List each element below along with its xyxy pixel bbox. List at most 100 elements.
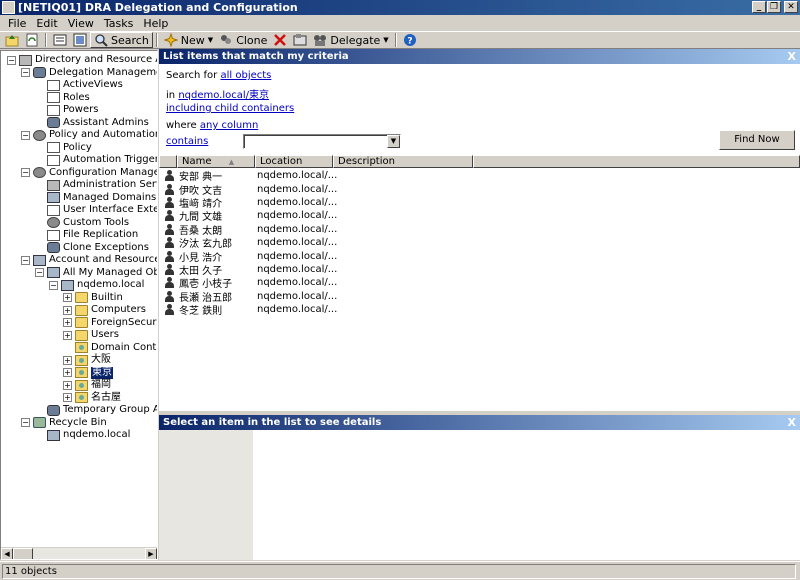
tree-item[interactable]: Automation Triggers [35, 154, 157, 167]
include-children-link[interactable]: including child containers [166, 103, 294, 114]
search-value-combobox[interactable]: ▼ [243, 134, 401, 149]
list-item[interactable]: 太田 久子 nqdemo.local/... [159, 263, 337, 277]
collapse-icon[interactable]: − [21, 255, 30, 265]
tree-item[interactable]: − nqdemo.local [49, 279, 144, 292]
list-item[interactable]: 鳳壱 小枝子 nqdemo.local/... [159, 276, 337, 290]
tree-item[interactable]: + Users [63, 329, 119, 342]
tree-item[interactable]: Custom Tools [35, 217, 129, 230]
expand-icon[interactable]: + [63, 293, 72, 303]
navigation-tree[interactable]: −Directory and Resource Admin−Delegation… [0, 50, 158, 560]
tree-horizontal-scrollbar[interactable]: ◀ ▶ [1, 547, 157, 559]
list-item[interactable]: 小見 浩介 nqdemo.local/... [159, 249, 337, 264]
list-item[interactable]: 安部 典一 nqdemo.local/... [159, 169, 337, 183]
tree-item[interactable]: − All My Managed Objec [35, 267, 157, 280]
scroll-left-arrow[interactable]: ◀ [1, 548, 13, 559]
tree-item[interactable]: − Policy and Automation Ma [21, 129, 157, 142]
tree-item[interactable]: Domain Contro [63, 342, 157, 355]
collapse-icon[interactable]: − [49, 280, 58, 290]
help-button[interactable]: ? [400, 32, 420, 48]
delegate-button[interactable]: Delegate ▼ [310, 32, 391, 48]
operator-link[interactable]: contains [166, 136, 208, 147]
column-header-description[interactable]: Description [333, 155, 473, 168]
tree-item[interactable]: Administration Servers [35, 179, 157, 192]
new-button[interactable]: New ▼ [161, 32, 216, 48]
search-button[interactable]: Search [90, 32, 153, 48]
expand-icon[interactable]: + [63, 380, 72, 390]
column-header-icon[interactable] [159, 155, 177, 168]
manage-button[interactable] [290, 32, 310, 48]
tree-item[interactable]: Temporary Group Assi [35, 404, 157, 417]
list-item[interactable]: 塩﨑 靖介 nqdemo.local/... [159, 196, 337, 210]
tree-item[interactable]: + 東京 [63, 366, 113, 379]
list-item[interactable]: 九間 文雄 nqdemo.local/... [159, 209, 337, 223]
tree-item[interactable]: + 大阪 [63, 354, 111, 367]
close-details-panel-button[interactable]: X [788, 415, 796, 430]
close-button[interactable]: ✕ [784, 1, 798, 13]
restore-button[interactable]: ❐ [767, 1, 781, 13]
collapse-icon[interactable]: − [21, 130, 30, 140]
find-now-button[interactable]: Find Now [719, 130, 795, 150]
tree-item[interactable]: Managed Domains [35, 192, 156, 205]
tree-item[interactable]: + Computers [63, 304, 146, 317]
tree-item[interactable]: File Replication [35, 229, 138, 242]
up-folder-button[interactable] [2, 32, 22, 48]
list-item[interactable]: 伊吹 文吉 nqdemo.local/... [159, 182, 337, 197]
column-header-name[interactable]: Name ▲ [177, 155, 255, 168]
tree-item[interactable]: + 福岡 [63, 379, 111, 392]
chevron-down-icon[interactable]: ▼ [387, 135, 400, 148]
properties-button[interactable] [50, 32, 70, 48]
list-item[interactable]: 長瀬 治五郎 nqdemo.local/... [159, 290, 337, 304]
results-list[interactable]: 安部 典一 nqdemo.local/... 伊吹 文吉 nqdemo.local/.… [159, 169, 800, 411]
list-item[interactable]: 冬芝 鉄則 nqdemo.local/... [159, 303, 337, 317]
refresh-button[interactable] [22, 32, 42, 48]
column-link[interactable]: any column [200, 120, 258, 131]
tree-item[interactable]: − Recycle Bin [21, 417, 107, 430]
tree-item[interactable]: Roles [35, 92, 90, 105]
expand-icon[interactable]: + [63, 318, 72, 328]
ou-icon [75, 367, 88, 379]
collapse-icon[interactable]: − [21, 68, 30, 78]
scroll-right-arrow[interactable]: ▶ [145, 548, 157, 559]
expand-icon[interactable]: + [63, 305, 72, 315]
tree-item[interactable]: ActiveViews [35, 79, 123, 92]
menu-help[interactable]: Help [138, 17, 173, 30]
minimize-button[interactable]: _ [752, 1, 766, 13]
collapse-icon[interactable]: − [35, 268, 44, 278]
object-type-link[interactable]: all objects [220, 70, 271, 81]
close-search-panel-button[interactable]: X [788, 49, 796, 64]
scroll-thumb[interactable] [13, 548, 33, 559]
tree-item[interactable]: nqdemo.local [35, 429, 130, 442]
container-link[interactable]: nqdemo.local/東京 [178, 90, 269, 101]
delete-button[interactable] [270, 32, 290, 48]
collapse-icon[interactable]: − [7, 55, 16, 65]
expand-icon[interactable]: + [63, 393, 72, 403]
in-prefix: in [166, 90, 176, 101]
tree-item[interactable]: Powers [35, 104, 98, 117]
expand-icon[interactable]: + [63, 330, 72, 340]
list-item[interactable]: 汐汰 玄九郎 nqdemo.local/... [159, 236, 337, 250]
tree-item[interactable]: + 名古屋 [63, 392, 121, 405]
tree-item[interactable]: − Account and Resource Ma [21, 254, 157, 267]
tree-item[interactable]: Clone Exceptions [35, 242, 149, 255]
tree-item[interactable]: User Interface Extensi [35, 204, 157, 217]
export-button[interactable] [70, 32, 90, 48]
menu-tasks[interactable]: Tasks [99, 17, 138, 30]
menu-file[interactable]: File [3, 17, 31, 30]
tree-item[interactable]: − Delegation Management [21, 67, 157, 80]
column-header-location[interactable]: Location [255, 155, 333, 168]
expand-icon[interactable]: + [63, 368, 72, 378]
list-item[interactable]: 吾桑 太朗 nqdemo.local/... [159, 223, 337, 237]
clone-button[interactable]: Clone [216, 32, 270, 48]
menu-view[interactable]: View [63, 17, 99, 30]
tree-item[interactable]: + Builtin [63, 292, 123, 305]
collapse-icon[interactable]: − [21, 168, 30, 178]
tree-item[interactable]: Assistant Admins [35, 117, 149, 130]
collapse-icon[interactable]: − [21, 418, 30, 428]
new-label: New [180, 33, 205, 47]
tree-item[interactable]: Policy [35, 142, 92, 155]
menu-edit[interactable]: Edit [31, 17, 62, 30]
tree-item[interactable]: + ForeignSecurity [63, 317, 157, 330]
tree-item[interactable]: − Configuration Management [21, 167, 157, 180]
tree-item[interactable]: − Directory and Resource Admin [7, 54, 157, 67]
expand-icon[interactable]: + [63, 355, 72, 365]
